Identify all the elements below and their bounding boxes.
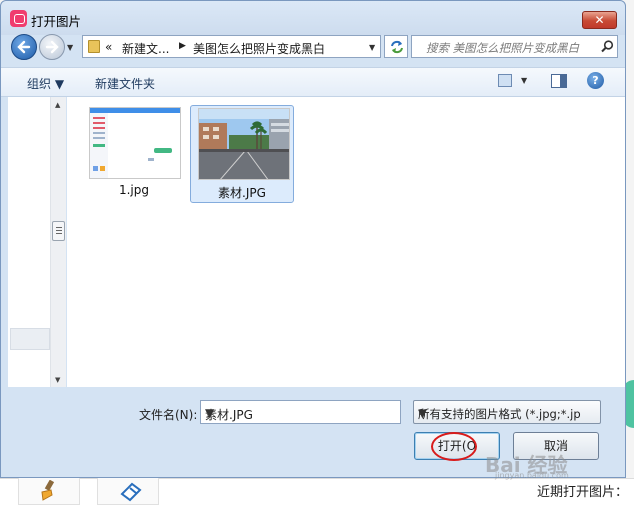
close-button[interactable]: ✕ bbox=[582, 11, 617, 29]
brush-tool-button[interactable] bbox=[18, 478, 80, 505]
filename-label: 文件名(N): bbox=[139, 408, 198, 422]
file-item-selected[interactable]: 素材.JPG bbox=[190, 105, 294, 203]
chevron-down-icon[interactable]: ▼ bbox=[418, 406, 427, 420]
help-button[interactable]: ? bbox=[587, 72, 604, 89]
open-image-dialog: 打开图片 ✕ ▼ « 新建文... ▶ 美图怎么把照片变成黑白 ▼ 搜索 美图怎… bbox=[0, 0, 626, 480]
preview-pane-icon[interactable] bbox=[551, 74, 567, 88]
scroll-up-icon[interactable]: ▲ bbox=[55, 101, 60, 109]
eraser-icon bbox=[120, 482, 142, 502]
breadcrumb-item[interactable]: 新建文... bbox=[122, 40, 169, 57]
file-thumbnail bbox=[89, 107, 181, 179]
filename-combobox[interactable]: 素材.JPG ▼ bbox=[200, 400, 401, 424]
brush-icon bbox=[41, 480, 55, 501]
file-list[interactable]: 1.jpg 素材.JPG bbox=[67, 97, 625, 387]
eraser-tool-button[interactable] bbox=[97, 478, 159, 505]
search-box[interactable]: 搜索 美图怎么把照片变成黑白 bbox=[411, 35, 618, 58]
file-name: 1.jpg bbox=[118, 183, 150, 197]
annotation-circle bbox=[431, 432, 477, 461]
chevron-down-icon[interactable]: ▼ bbox=[205, 406, 214, 420]
app-logo-icon bbox=[10, 10, 27, 27]
address-overflow-marker[interactable]: « bbox=[105, 40, 112, 54]
address-bar[interactable]: « 新建文... ▶ 美图怎么把照片变成黑白 ▼ bbox=[82, 35, 381, 58]
change-view-icon[interactable] bbox=[498, 74, 512, 87]
arrow-left-icon bbox=[17, 40, 31, 54]
recent-images-label: 近期打开图片： bbox=[536, 485, 628, 500]
breadcrumb-arrow-icon[interactable]: ▶ bbox=[179, 41, 186, 51]
dialog-title: 打开图片 bbox=[31, 14, 82, 29]
scrollbar-thumb[interactable] bbox=[52, 221, 65, 241]
file-type-value: 所有支持的图片格式 (*.jpg;*.jp bbox=[418, 407, 581, 421]
organize-menu[interactable]: 组织 ▼ bbox=[27, 75, 64, 92]
address-dropdown[interactable]: ▼ bbox=[369, 43, 375, 52]
new-folder-button[interactable]: 新建文件夹 bbox=[95, 75, 155, 92]
view-dropdown[interactable]: ▼ bbox=[521, 76, 527, 85]
refresh-button[interactable] bbox=[384, 35, 408, 58]
file-item[interactable]: 1.jpg bbox=[82, 105, 186, 203]
search-icon[interactable] bbox=[601, 40, 614, 53]
file-name: 素材.JPG bbox=[218, 186, 266, 200]
scroll-down-icon[interactable]: ▼ bbox=[55, 376, 60, 384]
watermark-url: jingyan.baidu.com bbox=[495, 471, 569, 480]
folder-icon bbox=[88, 40, 100, 53]
back-button[interactable] bbox=[11, 34, 37, 60]
search-input[interactable]: 搜索 美图怎么把照片变成黑白 bbox=[426, 40, 579, 56]
file-thumbnail bbox=[198, 108, 290, 180]
vertical-scrollbar[interactable]: ▲ ▼ bbox=[50, 97, 66, 387]
forward-button[interactable] bbox=[39, 34, 65, 60]
breadcrumb-item[interactable]: 美图怎么把照片变成黑白 bbox=[193, 40, 325, 57]
file-type-select[interactable]: 所有支持的图片格式 (*.jpg;*.jp ▼ bbox=[413, 400, 601, 424]
recent-locations-dropdown[interactable]: ▼ bbox=[67, 43, 73, 52]
refresh-icon bbox=[391, 40, 403, 54]
navigation-pane-selected-item[interactable] bbox=[10, 328, 50, 350]
title-bar[interactable]: 打开图片 ✕ bbox=[1, 1, 625, 35]
arrow-right-icon bbox=[45, 40, 59, 54]
command-toolbar: 组织 ▼ 新建文件夹 ▼ ? bbox=[1, 67, 625, 97]
